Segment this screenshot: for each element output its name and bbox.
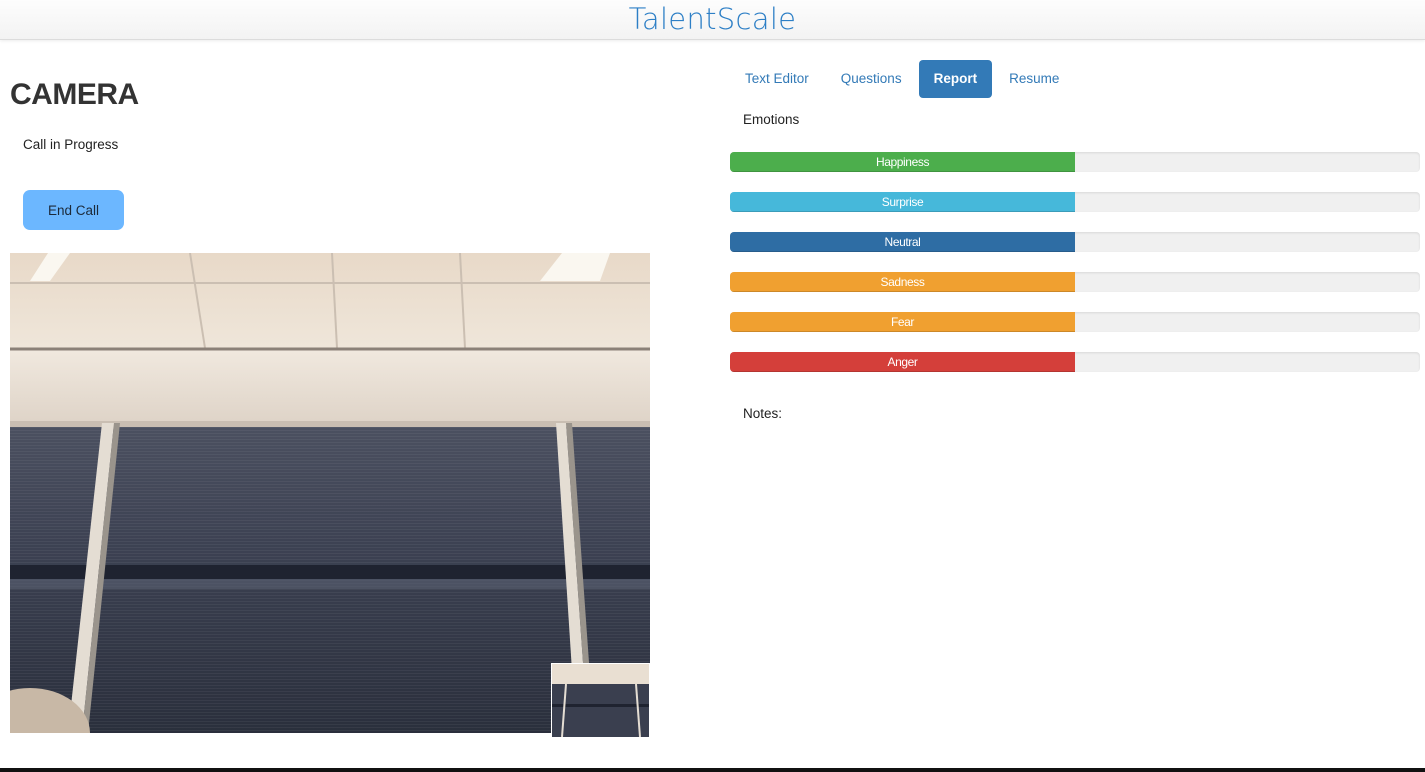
emotion-bar-fear: Fear xyxy=(730,312,1420,332)
emotion-bar-fill: Anger xyxy=(730,352,1075,372)
emotion-bar-surprise: Surprise xyxy=(730,192,1420,212)
tab-report[interactable]: Report xyxy=(918,60,993,98)
brand-logo[interactable]: TalentScale xyxy=(0,2,1425,36)
tab-resume[interactable]: Resume xyxy=(994,60,1074,98)
camera-title: CAMERA xyxy=(10,78,139,111)
emotion-bar-fill: Sadness xyxy=(730,272,1075,292)
remote-video xyxy=(10,253,650,733)
emotion-bar-fill: Neutral xyxy=(730,232,1075,252)
emotion-bar-fill: Happiness xyxy=(730,152,1075,172)
emotion-bar-fill: Fear xyxy=(730,312,1075,332)
emotion-bar-neutral: Neutral xyxy=(730,232,1420,252)
emotion-bar-anger: Anger xyxy=(730,352,1420,372)
emotion-bar-sadness: Sadness xyxy=(730,272,1420,292)
emotion-bar-happiness: Happiness xyxy=(730,152,1420,172)
self-view-video xyxy=(551,663,650,738)
call-status-text: Call in Progress xyxy=(23,137,119,152)
emotion-bar-fill: Surprise xyxy=(730,192,1075,212)
emotions-heading: Emotions xyxy=(743,112,800,127)
report-tabs: Text Editor Questions Report Resume xyxy=(730,60,1076,98)
tab-questions[interactable]: Questions xyxy=(826,60,917,98)
bottom-border xyxy=(0,768,1425,772)
tab-text-editor[interactable]: Text Editor xyxy=(730,60,824,98)
notes-label: Notes: xyxy=(743,406,783,421)
end-call-button[interactable]: End Call xyxy=(23,190,124,230)
top-navbar: TalentScale xyxy=(0,0,1425,40)
